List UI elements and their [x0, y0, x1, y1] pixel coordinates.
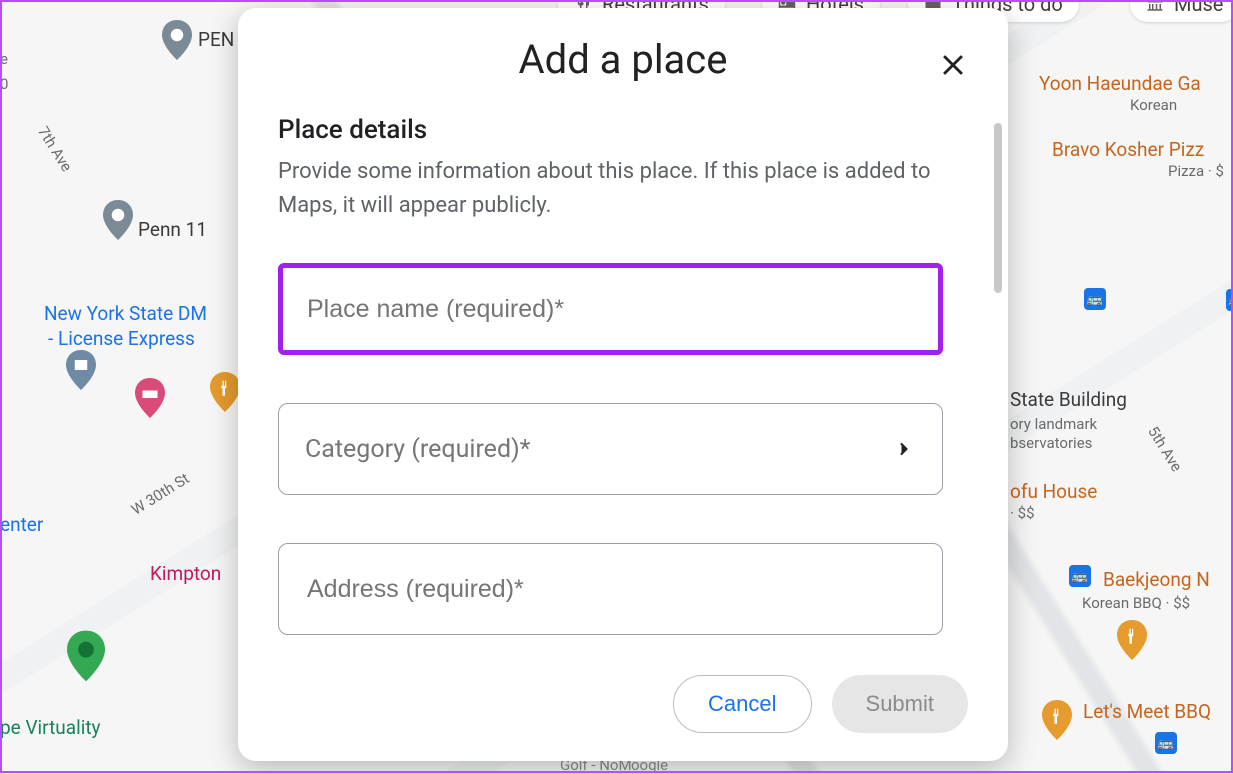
map-poi-label: Baekjeong N [1103, 568, 1210, 591]
address-field[interactable] [278, 543, 943, 635]
museum-icon [1146, 0, 1164, 13]
map-poi-label: Korean BBQ · $$ [1082, 594, 1190, 612]
map-pin-selected[interactable] [67, 630, 105, 682]
map-pin-food[interactable] [210, 372, 240, 412]
map-poi-label: Yoon Haeundae Ga [1039, 72, 1201, 95]
category-placeholder: Category (required)* [305, 435, 531, 464]
map-pin-food[interactable] [1042, 700, 1072, 740]
modal-title: Add a place [278, 36, 968, 83]
map-poi-label: New York State DM [44, 302, 207, 325]
map-poi-label: 0 [0, 75, 8, 93]
map-poi-label: e [0, 50, 8, 68]
modal-body[interactable]: Place details Provide some information a… [238, 93, 1008, 652]
cancel-button[interactable]: Cancel [673, 675, 811, 733]
map-poi-label: enter [0, 513, 43, 536]
section-description: Provide some information about this plac… [278, 155, 968, 223]
transit-icon[interactable]: 🚌 [1084, 288, 1106, 310]
map-poi-label: Pizza · $ [1168, 162, 1224, 180]
map-poi-label: Bravo Kosher Pizz [1052, 138, 1204, 161]
map-poi-label: Penn 11 [138, 218, 207, 241]
add-place-modal: Add a place Place details Provide some i… [238, 8, 1008, 761]
chevron-right-icon [894, 439, 914, 459]
map-poi-label: PEN [198, 28, 234, 51]
map-pin-hotel[interactable] [135, 378, 165, 418]
modal-header: Add a place [238, 8, 1008, 93]
close-icon [936, 48, 970, 82]
map-poi-label: ofu House [1010, 480, 1097, 503]
place-name-field[interactable] [278, 263, 943, 355]
map-poi-label: Let's Meet BBQ [1083, 700, 1211, 723]
map-poi-label: ory landmark [1010, 415, 1097, 433]
cancel-label: Cancel [708, 691, 776, 717]
map-pin[interactable] [162, 20, 192, 60]
map-poi-label: Korean [1130, 96, 1177, 114]
map-pin-civic[interactable] [66, 350, 96, 390]
map-pin-food[interactable] [1117, 620, 1147, 660]
map-poi-label: - License Express [48, 327, 195, 350]
transit-icon[interactable]: 🚌 [1069, 565, 1091, 587]
map-poi-label: · $$ [1010, 504, 1035, 522]
chip-label: Muse [1174, 0, 1223, 16]
submit-button[interactable]: Submit [832, 675, 968, 733]
submit-label: Submit [866, 691, 934, 717]
map-poi-label: pe Virtuality [0, 716, 101, 739]
transit-icon[interactable]: 🚌 [1226, 289, 1233, 311]
chip-museums[interactable]: Muse [1130, 0, 1233, 22]
close-button[interactable] [936, 48, 970, 82]
map-poi-label: bservatories [1010, 434, 1092, 452]
address-input[interactable] [305, 574, 916, 605]
section-title: Place details [278, 115, 968, 145]
place-name-input[interactable] [305, 294, 916, 325]
map-pin[interactable] [103, 200, 133, 240]
modal-footer: Cancel Submit [238, 652, 1008, 761]
transit-icon[interactable]: 🚌 [1155, 732, 1177, 754]
map-poi-label: State Building [1010, 388, 1127, 411]
map-poi-label: Kimpton [150, 562, 221, 585]
category-field[interactable]: Category (required)* [278, 403, 943, 495]
